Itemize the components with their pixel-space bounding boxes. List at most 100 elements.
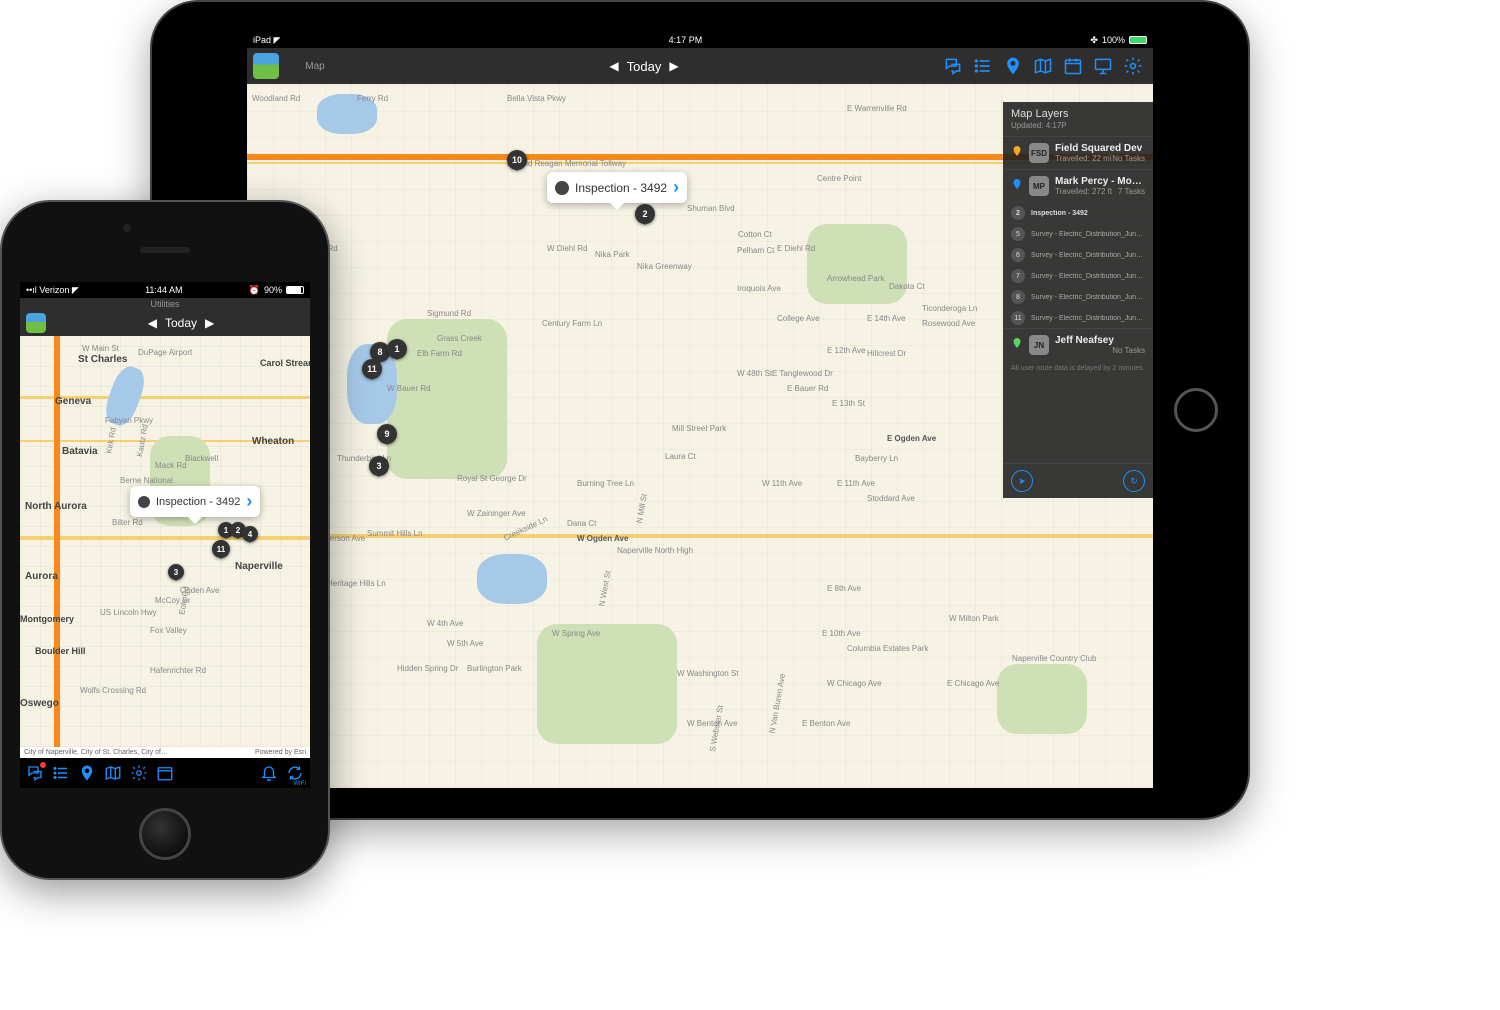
- task-row[interactable]: 8Survey - Electric_Distribution_Junction…: [1003, 286, 1153, 307]
- road-label: McCoy Dr: [155, 596, 191, 605]
- road-label: Columbia Estates Park: [847, 644, 928, 653]
- road-label: Ogden Ave: [180, 586, 219, 595]
- map-icon[interactable]: [104, 764, 122, 782]
- road-label: Hillcrest Dr: [867, 349, 906, 358]
- map-icon[interactable]: [1033, 56, 1053, 76]
- iphone-map-canvas[interactable]: St Charles Geneva Batavia North Aurora A…: [20, 336, 310, 747]
- road-label: W Milton Park: [949, 614, 999, 623]
- user-row-jn[interactable]: JN Jeff Neafsey No Tasks: [1003, 328, 1153, 361]
- task-row[interactable]: 7Survey - Electric_Distribution_Junction…: [1003, 265, 1153, 286]
- app-logo-icon[interactable]: [253, 53, 279, 79]
- ipad-map-canvas[interactable]: Ronald Reagan Memorial Tollway Diehl Rd …: [247, 84, 1153, 788]
- chat-icon[interactable]: [943, 56, 963, 76]
- prev-day-button[interactable]: ◀: [140, 316, 165, 330]
- road-label: Naperville Country Club: [1012, 654, 1096, 663]
- screen-label[interactable]: Map: [285, 61, 345, 72]
- road-label: E 11th Ave: [837, 479, 875, 488]
- road-label: E 12th Ave: [827, 346, 866, 355]
- map-callout[interactable]: Inspection - 3492 ›: [130, 486, 260, 517]
- map-callout[interactable]: Inspection - 3492 ›: [547, 172, 687, 203]
- locate-me-button[interactable]: ➤: [1011, 470, 1033, 492]
- road-label: Dana Ct: [567, 519, 596, 528]
- user-pin-icon: [1011, 143, 1023, 159]
- road-label: Creekside Ln: [502, 514, 549, 542]
- task-row[interactable]: 5Survey - Electric_Distribution_Junction…: [1003, 223, 1153, 244]
- battery-percent: 100%: [1102, 35, 1125, 45]
- list-icon[interactable]: [973, 56, 993, 76]
- prev-day-button[interactable]: ◀: [601, 59, 626, 73]
- park-area: [537, 624, 677, 744]
- road-label: E Bauer Rd: [787, 384, 828, 393]
- map-layers-panel: Map Layers Updated: 4:17P FSD Field Squa…: [1003, 102, 1153, 498]
- chevron-right-icon[interactable]: ›: [246, 491, 252, 512]
- task-pin[interactable]: 3: [168, 564, 184, 580]
- iphone-subheader: Utilities: [20, 298, 310, 310]
- task-pin[interactable]: 1: [387, 339, 407, 359]
- park-area: [807, 224, 907, 304]
- road-label: DuPage Airport: [138, 348, 192, 357]
- next-day-button[interactable]: ▶: [661, 59, 686, 73]
- refresh-button[interactable]: ↻: [1123, 470, 1145, 492]
- date-title[interactable]: Today: [627, 59, 662, 74]
- map-pin-icon[interactable]: [1003, 56, 1023, 76]
- chat-icon[interactable]: [26, 764, 44, 782]
- settings-gear-icon[interactable]: [1123, 56, 1143, 76]
- user-name: Jeff Neafsey: [1055, 335, 1145, 346]
- connection-tag: WIFI: [293, 781, 306, 787]
- iphone-home-button[interactable]: [139, 808, 191, 860]
- road-label: Century Farm Ln: [542, 319, 602, 328]
- task-pin[interactable]: 2: [635, 204, 655, 224]
- road-label: Burlington Park: [467, 664, 522, 673]
- attribution-source: City of Naperville, City of St. Charles,…: [24, 749, 168, 756]
- road-label: Burning Tree Ln: [577, 479, 634, 488]
- user-row-fsd[interactable]: FSD Field Squared Dev Travelled: 22 miNo…: [1003, 136, 1153, 169]
- task-pin[interactable]: 3: [369, 456, 389, 476]
- task-pin[interactable]: 11: [212, 540, 230, 558]
- water-area: [317, 94, 377, 134]
- road-label: W Chicago Ave: [827, 679, 882, 688]
- user-row-mp[interactable]: MP Mark Percy - Mobile Travelled: 272 ft…: [1003, 169, 1153, 202]
- iphone-device-frame: ••ıl Verizon ◤ 11:44 AM ⏰ 90% Utilities …: [0, 200, 330, 880]
- list-icon[interactable]: [52, 764, 70, 782]
- iphone-screen: ••ıl Verizon ◤ 11:44 AM ⏰ 90% Utilities …: [20, 282, 310, 788]
- presentation-icon[interactable]: [1093, 56, 1113, 76]
- ipad-home-button[interactable]: [1174, 388, 1218, 432]
- calendar-icon[interactable]: [156, 764, 174, 782]
- road-label: Sigmund Rd: [427, 309, 471, 318]
- task-heading[interactable]: 2 Inspection - 3492: [1003, 202, 1153, 223]
- sync-icon[interactable]: [286, 764, 304, 782]
- task-number-badge: 2: [1011, 206, 1025, 220]
- app-logo-icon[interactable]: [26, 313, 46, 333]
- wifi-icon: ◤: [72, 285, 79, 295]
- road-label: Shuman Blvd: [687, 204, 735, 213]
- road-label: W 5th Ave: [447, 639, 483, 648]
- calendar-icon[interactable]: [1063, 56, 1083, 76]
- road-label: Eola Rd: [177, 586, 191, 616]
- status-right: ✤ 100%: [1090, 35, 1147, 46]
- panel-disclaimer: All user route data is delayed by 2 minu…: [1003, 361, 1153, 377]
- task-pin[interactable]: 10: [507, 150, 527, 170]
- next-day-button[interactable]: ▶: [197, 316, 222, 330]
- road-label: Hafenrichter Rd: [150, 666, 206, 675]
- road-label: US Lincoln Hwy: [100, 608, 156, 617]
- task-pin[interactable]: 9: [377, 424, 397, 444]
- speech-bubble-icon: [555, 181, 569, 195]
- task-pin[interactable]: 11: [362, 359, 382, 379]
- user-name: Mark Percy - Mobile: [1055, 176, 1145, 187]
- road-label: E 14th Ave: [867, 314, 906, 323]
- map-pin-icon[interactable]: [78, 764, 96, 782]
- bell-icon[interactable]: [260, 764, 278, 782]
- city-label: St Charles: [78, 354, 127, 365]
- status-carrier: iPad ◤: [253, 35, 280, 46]
- task-row[interactable]: 11Survey - Electric_Distribution_Junctio…: [1003, 307, 1153, 328]
- battery-icon: [1129, 36, 1147, 44]
- settings-gear-icon[interactable]: [130, 764, 148, 782]
- chevron-right-icon[interactable]: ›: [673, 177, 679, 198]
- road-label: Centre Point: [817, 174, 861, 183]
- road-label: E 13th St: [832, 399, 865, 408]
- date-title[interactable]: Today: [165, 316, 197, 330]
- user-pin-icon: [1011, 176, 1023, 192]
- callout-label: Inspection - 3492: [575, 181, 667, 195]
- task-pin[interactable]: 4: [242, 526, 258, 542]
- task-row[interactable]: 6Survey - Electric_Distribution_Junction…: [1003, 244, 1153, 265]
